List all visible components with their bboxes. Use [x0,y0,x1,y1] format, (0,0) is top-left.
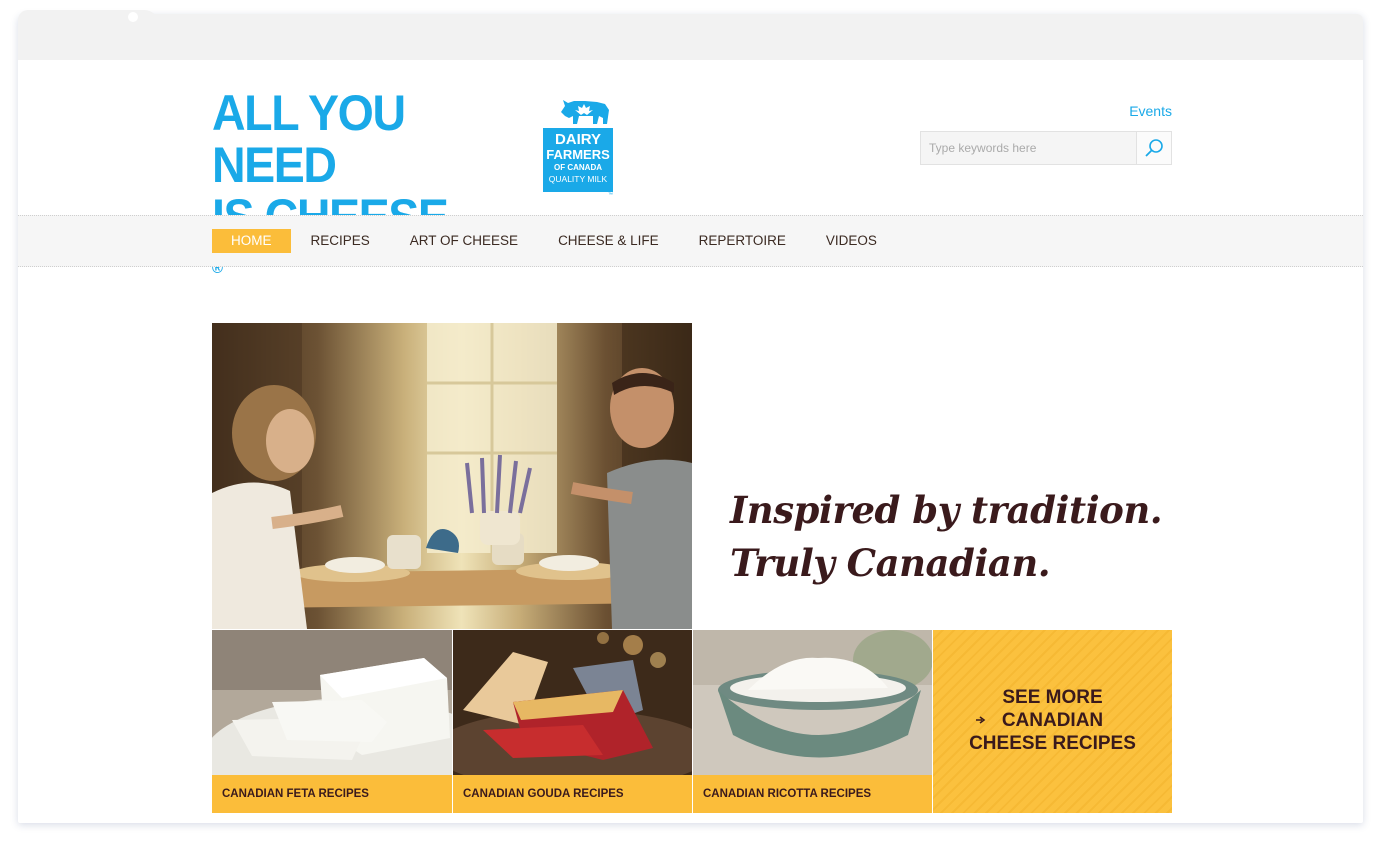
nav-item-cheese-and-life[interactable]: CHEESE & LIFE [538,229,679,253]
search-input[interactable] [921,132,1136,164]
nav-item-recipes[interactable]: RECIPES [291,229,390,253]
tab-dot-icon [128,12,138,22]
nav-item-home[interactable]: HOME [212,229,291,253]
cow-icon [561,100,609,124]
feta-image [212,630,452,775]
dairy-farmers-logo[interactable]: DAIRY FARMERS OF CANADA QUALITY MILK ™ [541,94,615,196]
badge-line-3: OF CANADA [554,163,602,172]
logo-line-1: ALL YOU NEED [212,85,406,193]
tile-caption: CANADIAN GOUDA RECIPES [453,775,692,813]
badge-trademark: ™ [608,192,613,196]
search-button[interactable] [1136,132,1171,164]
tagline-line-2: Truly Canadian. [730,541,1051,585]
see-more-line-1: SEE MORE [1002,687,1103,708]
badge-line-2: FARMERS [546,147,610,162]
badge-line-1: DAIRY [555,131,601,148]
tagline-line-1: Inspired by tradition. [730,488,1163,532]
tile-gouda-recipes[interactable]: CANADIAN GOUDA RECIPES [453,630,692,813]
arrow-right-icon [976,716,986,724]
hero-image [212,323,692,629]
tile-caption: CANADIAN RICOTTA RECIPES [693,775,932,813]
search-box [920,131,1172,165]
tile-caption: CANADIAN FETA RECIPES [212,775,452,813]
nav-list: HOME RECIPES ART OF CHEESE CHEESE & LIFE… [212,229,897,253]
tile-feta-recipes[interactable]: CANADIAN FETA RECIPES [212,630,452,813]
nav-item-videos[interactable]: VIDEOS [806,229,897,253]
hero-tagline: Inspired by tradition. Truly Canadian. [730,484,1170,590]
see-more-line-2: CANADIAN [1001,710,1104,731]
tile-ricotta-recipes[interactable]: CANADIAN RICOTTA RECIPES [693,630,932,813]
hero-illustration [212,323,692,629]
see-more-recipes-button[interactable]: SEE MORE CANADIAN CHEESE RECIPES [933,630,1172,813]
events-link[interactable]: Events [1129,103,1172,119]
search-icon [1145,139,1163,157]
nav-item-repertoire[interactable]: REPERTOIRE [679,229,806,253]
browser-tab[interactable] [18,10,160,38]
gouda-image [453,630,692,775]
nav-item-art-of-cheese[interactable]: ART OF CHEESE [390,229,538,253]
badge-line-4: QUALITY MILK [549,174,608,184]
main-nav: HOME RECIPES ART OF CHEESE CHEESE & LIFE… [18,215,1363,267]
browser-top-bar [18,14,1363,60]
see-more-label: SEE MORE CANADIAN CHEESE RECIPES [933,686,1172,755]
ricotta-image [693,630,932,775]
see-more-line-3: CHEESE RECIPES [969,733,1136,754]
